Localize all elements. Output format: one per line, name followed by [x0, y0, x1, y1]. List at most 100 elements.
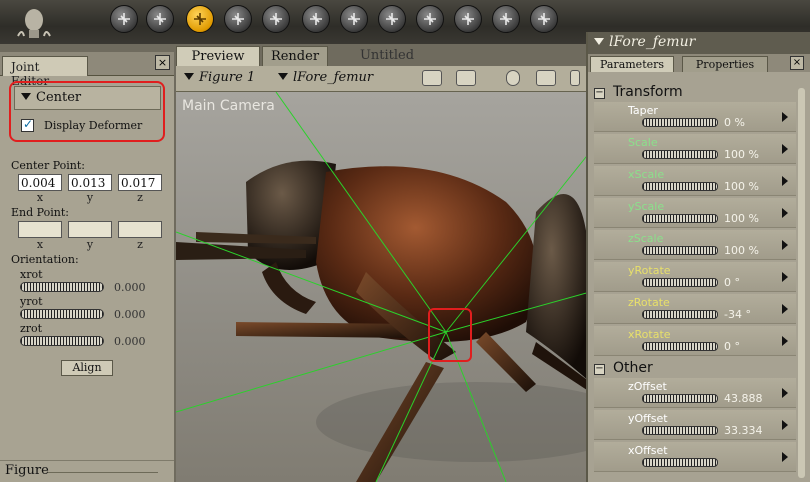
triangle-right-icon[interactable] — [782, 240, 788, 250]
center-section-header[interactable]: Center — [14, 86, 161, 110]
translate-tool-button[interactable] — [186, 5, 214, 33]
taper-tool-button[interactable] — [302, 5, 330, 33]
param-dial[interactable] — [642, 310, 718, 319]
trackball-icon[interactable] — [506, 70, 520, 86]
end-point-y-field[interactable] — [68, 221, 112, 238]
triangle-right-icon[interactable] — [782, 336, 788, 346]
tab-properties[interactable]: Properties — [682, 56, 768, 72]
param-dial[interactable] — [642, 150, 718, 159]
zrot-value: 0.000 — [114, 335, 146, 348]
center-point-x-field[interactable]: 0.004 — [18, 174, 62, 191]
param-value[interactable]: 0 ° — [724, 340, 740, 353]
translate-in-out-tool-button[interactable] — [224, 5, 252, 33]
close-icon[interactable]: × — [155, 55, 170, 70]
color-tool-button[interactable] — [378, 5, 406, 33]
morphing-tool-icon — [500, 13, 512, 25]
triangle-right-icon[interactable] — [782, 144, 788, 154]
direct-manipulation-tool-button[interactable] — [530, 5, 558, 33]
param-name: xRotate — [628, 328, 671, 341]
param-value[interactable]: 100 % — [724, 148, 759, 161]
collapse-icon[interactable]: − — [594, 364, 605, 375]
param-value[interactable]: 0 ° — [724, 276, 740, 289]
param-row-bg — [594, 326, 796, 356]
param-dial[interactable] — [642, 342, 718, 351]
move-xy-icon[interactable] — [536, 70, 556, 86]
yrot-dial[interactable] — [20, 309, 104, 319]
grouping-tool-button[interactable] — [416, 5, 444, 33]
3d-viewport[interactable]: Main Camera — [176, 92, 590, 482]
translate-icon — [194, 13, 206, 25]
param-dial[interactable] — [642, 118, 718, 127]
triangle-right-icon[interactable] — [782, 304, 788, 314]
triangle-right-icon[interactable] — [782, 452, 788, 462]
param-value[interactable]: 100 % — [724, 212, 759, 225]
param-value[interactable]: 0 % — [724, 116, 745, 129]
actor-menu-label: lFore_femur — [293, 70, 374, 85]
orientation-label: Orientation: — [11, 253, 79, 266]
tab-preview[interactable]: Preview — [176, 46, 260, 66]
twist-tool-button[interactable] — [146, 5, 174, 33]
triangle-down-icon — [278, 73, 288, 80]
end-point-x-field[interactable] — [18, 221, 62, 238]
triangle-right-icon[interactable] — [782, 176, 788, 186]
triangle-right-icon[interactable] — [782, 272, 788, 282]
param-dial[interactable] — [642, 182, 718, 191]
param-dial[interactable] — [642, 426, 718, 435]
xrot-label: xrot — [20, 268, 43, 281]
center-point-z-field[interactable]: 0.017 — [118, 174, 162, 191]
actor-menu[interactable]: lFore_femur — [278, 70, 373, 85]
triangle-right-icon[interactable] — [782, 388, 788, 398]
param-value[interactable]: 100 % — [724, 244, 759, 257]
param-value[interactable]: 33.334 — [724, 424, 763, 437]
param-dial[interactable] — [642, 394, 718, 403]
xrot-dial[interactable] — [20, 282, 104, 292]
chain-break-tool-button[interactable] — [340, 5, 368, 33]
param-name: zScale — [628, 232, 664, 245]
triangle-right-icon[interactable] — [782, 112, 788, 122]
param-value[interactable]: 100 % — [724, 180, 759, 193]
param-dial[interactable] — [642, 458, 718, 467]
camera-icon[interactable] — [422, 70, 442, 86]
center-point-label: Center Point: — [11, 159, 86, 172]
display-deformer-checkbox[interactable] — [21, 117, 34, 132]
param-row-bg — [594, 262, 796, 292]
translate-in-out-icon — [232, 13, 244, 25]
end-point-z-field[interactable] — [118, 221, 162, 238]
align-button[interactable]: Align — [61, 360, 113, 376]
morphing-tool-tool-button[interactable] — [492, 5, 520, 33]
param-dial[interactable] — [642, 278, 718, 287]
tab-joint-editor[interactable]: Joint Editor — [2, 56, 88, 88]
group-other[interactable]: − Other — [594, 360, 653, 376]
param-row-bg — [594, 198, 796, 228]
param-row-bg — [594, 294, 796, 324]
xrot-value: 0.000 — [114, 281, 146, 294]
group-label: Transform — [613, 84, 683, 100]
direct-manipulation-icon — [538, 13, 550, 25]
move-z-icon[interactable] — [570, 70, 580, 86]
tab-parameters[interactable]: Parameters — [590, 56, 674, 72]
center-point-y-field[interactable]: 0.013 — [68, 174, 112, 191]
parameters-scrollbar[interactable] — [798, 88, 805, 478]
axis-y-label: y — [86, 191, 94, 204]
collapse-icon[interactable]: − — [594, 88, 605, 99]
axis-z-label: z — [137, 238, 143, 251]
figure-head-icon[interactable] — [16, 6, 52, 42]
param-value[interactable]: -34 ° — [724, 308, 751, 321]
select-camera-icon[interactable] — [456, 70, 476, 86]
parameters-title[interactable]: lFore_femur — [588, 32, 810, 54]
param-dial[interactable] — [642, 246, 718, 255]
param-row-yoffset: yOffset 33.334 — [594, 410, 796, 440]
view-magnifier-tool-button[interactable] — [454, 5, 482, 33]
rotate-tool-button[interactable] — [110, 5, 138, 33]
param-value[interactable]: 43.888 — [724, 392, 763, 405]
triangle-right-icon[interactable] — [782, 208, 788, 218]
tab-render[interactable]: Render — [262, 46, 328, 66]
figure-menu[interactable]: Figure 1 — [184, 70, 255, 85]
close-icon[interactable]: × — [790, 56, 804, 70]
param-name: Taper — [628, 104, 658, 117]
zrot-dial[interactable] — [20, 336, 104, 346]
group-transform[interactable]: − Transform — [594, 84, 683, 100]
scale-tool-button[interactable] — [262, 5, 290, 33]
param-dial[interactable] — [642, 214, 718, 223]
triangle-right-icon[interactable] — [782, 420, 788, 430]
